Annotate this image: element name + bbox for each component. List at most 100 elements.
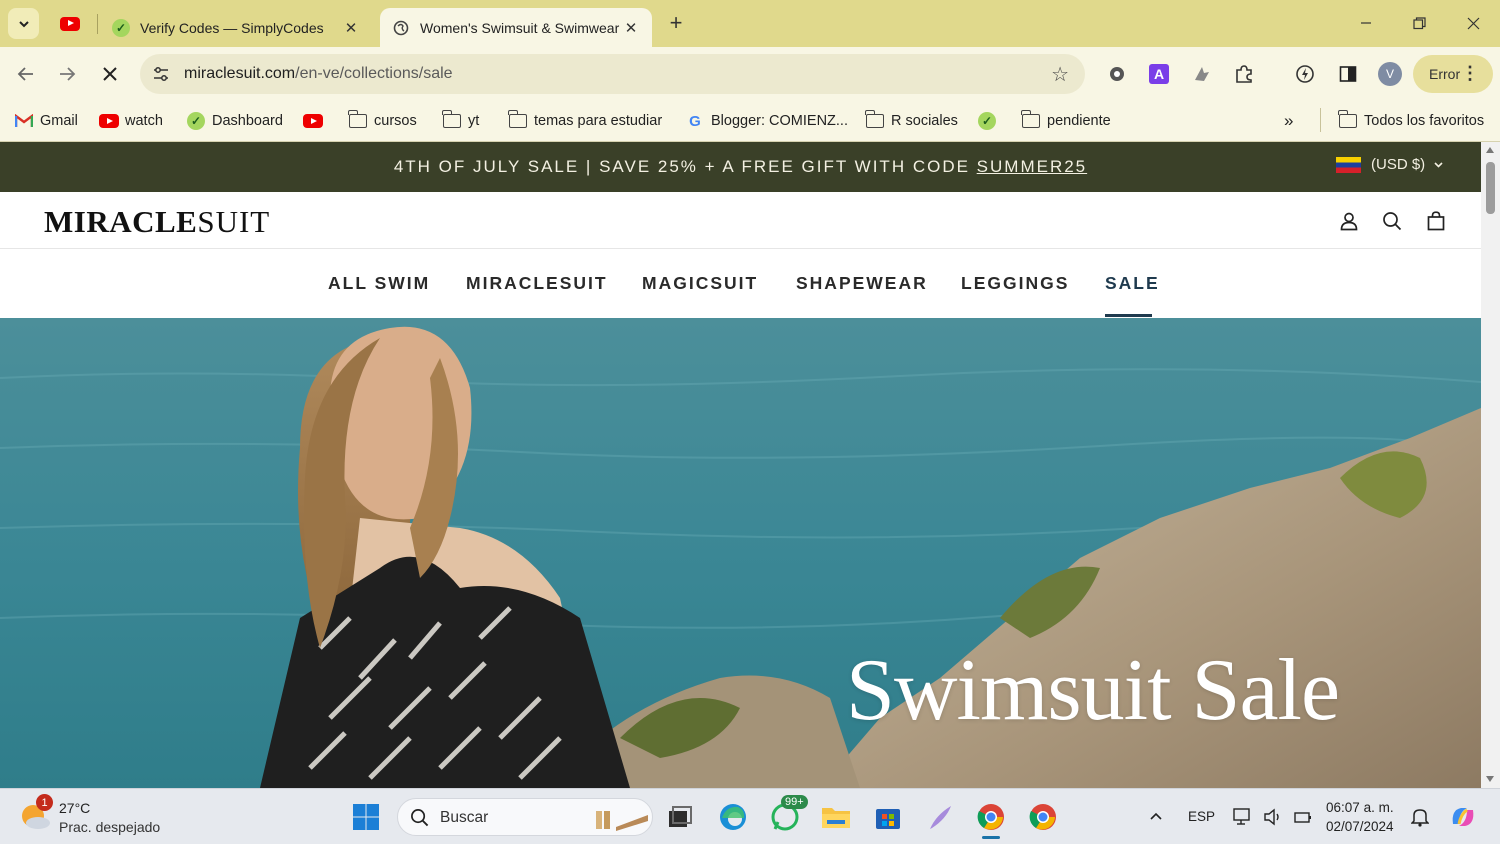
bookmark-folder-yt[interactable]: yt bbox=[442, 108, 479, 134]
simplycodes-icon: ✓ bbox=[112, 18, 130, 37]
tab-womens-swimsuit[interactable]: Women's Swimsuit & Swimwear ✕ bbox=[380, 8, 652, 47]
folder-icon bbox=[442, 110, 462, 130]
more-vert-icon: ⋮ bbox=[1461, 63, 1479, 83]
nav-miraclesuit[interactable]: MIRACLESUIT bbox=[466, 273, 608, 294]
cart-button[interactable] bbox=[1425, 210, 1447, 232]
bookmark-label: yt bbox=[468, 113, 480, 129]
extensions-puzzle-icon[interactable] bbox=[1231, 61, 1257, 87]
account-button[interactable] bbox=[1338, 210, 1360, 232]
restore-button[interactable] bbox=[1399, 8, 1439, 38]
scrollbar-thumb[interactable] bbox=[1486, 162, 1495, 214]
profile-avatar[interactable]: V bbox=[1377, 61, 1403, 87]
search-button[interactable] bbox=[1381, 210, 1403, 232]
bookmark-label: R sociales bbox=[891, 113, 958, 129]
taskbar-file-explorer[interactable] bbox=[816, 797, 856, 837]
search-icon bbox=[1383, 212, 1402, 231]
scroll-down-arrow-icon[interactable] bbox=[1486, 776, 1494, 782]
currency-selector[interactable]: (USD $) bbox=[1336, 156, 1444, 173]
new-tab-button[interactable]: + bbox=[662, 10, 690, 38]
extension-camera-icon[interactable] bbox=[1104, 61, 1130, 87]
stop-icon bbox=[103, 67, 117, 81]
taskbar-store[interactable] bbox=[868, 797, 908, 837]
extension-dragon-icon[interactable] bbox=[1189, 61, 1215, 87]
bookmark-label: Gmail bbox=[40, 113, 78, 129]
side-panel-icon[interactable] bbox=[1335, 61, 1361, 87]
folder-icon bbox=[1021, 110, 1041, 130]
url-text[interactable]: miraclesuit.com/en-ve/collections/sale bbox=[184, 65, 453, 83]
bookmark-folder-temas[interactable]: temas para estudiar bbox=[508, 108, 662, 134]
all-bookmarks-button[interactable]: Todos los favoritos bbox=[1338, 108, 1484, 134]
system-clock[interactable]: 06:07 a. m. 02/07/2024 bbox=[1326, 798, 1394, 836]
folder-icon bbox=[865, 110, 885, 130]
bookmark-watch[interactable]: watch bbox=[99, 108, 163, 134]
store-icon bbox=[876, 809, 900, 829]
stop-loading-button[interactable] bbox=[95, 59, 125, 89]
nav-leggings[interactable]: LEGGINGS bbox=[961, 273, 1069, 294]
extension-a-icon[interactable]: A bbox=[1146, 61, 1172, 87]
minimize-button[interactable] bbox=[1346, 8, 1386, 38]
bookmark-star-icon[interactable]: ☆ bbox=[1051, 62, 1069, 87]
taskbar-chrome-profile-v[interactable] bbox=[971, 797, 1011, 837]
taskbar-whatsapp[interactable]: 99+ bbox=[765, 795, 808, 837]
performance-icon[interactable] bbox=[1292, 61, 1318, 87]
bookmark-label: Blogger: COMIENZ... bbox=[711, 113, 848, 129]
bookmark-youtube[interactable] bbox=[303, 108, 329, 134]
nav-shapewear[interactable]: SHAPEWEAR bbox=[796, 273, 928, 294]
input-language[interactable]: ESP bbox=[1188, 809, 1215, 824]
miraclesuit-logo[interactable]: MIRACLESUIT bbox=[44, 204, 270, 240]
bookmark-label: watch bbox=[125, 113, 163, 129]
tab-title: Women's Swimsuit & Swimwear bbox=[420, 19, 620, 36]
close-tab-icon[interactable]: ✕ bbox=[342, 19, 360, 37]
nav-magicsuit[interactable]: MAGICSUIT bbox=[642, 273, 758, 294]
tab-verify-codes[interactable]: ✓ Verify Codes — SimplyCodes ✕ bbox=[100, 8, 372, 47]
task-view-icon bbox=[669, 806, 692, 827]
taskbar-edge[interactable] bbox=[713, 797, 753, 837]
back-button[interactable] bbox=[11, 59, 41, 89]
bookmark-folder-rsociales[interactable]: R sociales bbox=[865, 108, 958, 134]
page-viewport: 4TH OF JULY SALE | SAVE 25% + A FREE GIF… bbox=[0, 142, 1481, 788]
pinned-tab-youtube[interactable] bbox=[52, 8, 88, 39]
nav-all-swim[interactable]: ALL SWIM bbox=[328, 273, 430, 294]
volume-control[interactable] bbox=[1258, 797, 1288, 837]
start-button[interactable] bbox=[346, 797, 386, 837]
more-bookmarks-button[interactable]: » bbox=[1284, 108, 1293, 134]
taskbar-task-view[interactable] bbox=[660, 797, 700, 837]
chevron-up-icon bbox=[1150, 812, 1162, 820]
hero-banner[interactable]: Swimsuit Sale bbox=[0, 318, 1481, 788]
arrow-left-icon bbox=[17, 67, 33, 81]
page-scrollbar[interactable] bbox=[1481, 142, 1500, 788]
bookmark-blogger[interactable]: G Blogger: COMIENZ... bbox=[685, 108, 848, 134]
close-tab-icon[interactable]: ✕ bbox=[622, 19, 640, 37]
taskbar-feather-app[interactable] bbox=[920, 797, 960, 837]
notifications-button[interactable] bbox=[1402, 797, 1438, 837]
bookmarks-bar: Gmail watch ✓ Dashboard cursos yt temas … bbox=[0, 100, 1500, 142]
close-window-button[interactable] bbox=[1453, 8, 1493, 38]
clock-time: 06:07 a. m. bbox=[1326, 800, 1394, 815]
hero-title: Swimsuit Sale bbox=[846, 642, 1340, 739]
nav-sale[interactable]: SALE bbox=[1105, 273, 1160, 294]
site-info-icon[interactable] bbox=[150, 63, 172, 85]
bookmark-folder-pendiente[interactable]: pendiente bbox=[1021, 108, 1111, 134]
close-icon bbox=[1467, 17, 1479, 29]
bookmark-gmail[interactable]: Gmail bbox=[14, 108, 78, 134]
account-icon bbox=[1340, 212, 1358, 231]
tab-separator bbox=[97, 14, 98, 34]
bookmark-folder-cursos[interactable]: cursos bbox=[348, 108, 417, 134]
tab-search-button[interactable] bbox=[8, 8, 39, 39]
show-hidden-icons-button[interactable] bbox=[1136, 797, 1176, 837]
promo-code-link[interactable]: SUMMER25 bbox=[977, 157, 1087, 176]
profile-initial: V bbox=[1378, 62, 1402, 86]
scroll-up-arrow-icon[interactable] bbox=[1486, 147, 1494, 153]
taskbar-chrome-profile-m[interactable] bbox=[1023, 797, 1063, 837]
forward-button[interactable] bbox=[52, 59, 82, 89]
taskbar-search[interactable]: Buscar bbox=[397, 798, 653, 836]
copilot-button[interactable] bbox=[1443, 797, 1483, 837]
battery-status[interactable] bbox=[1288, 797, 1318, 837]
error-menu-button[interactable]: Error ⋮ bbox=[1413, 55, 1493, 93]
url-domain: miraclesuit.com bbox=[184, 65, 296, 82]
bookmark-dashboard[interactable]: ✓ Dashboard bbox=[186, 108, 283, 134]
address-bar[interactable]: miraclesuit.com/en-ve/collections/sale ☆ bbox=[140, 54, 1085, 94]
bookmark-simplycodes[interactable]: ✓ bbox=[977, 108, 1003, 134]
network-status[interactable] bbox=[1228, 797, 1258, 837]
venezuela-flag-icon bbox=[1336, 156, 1361, 173]
